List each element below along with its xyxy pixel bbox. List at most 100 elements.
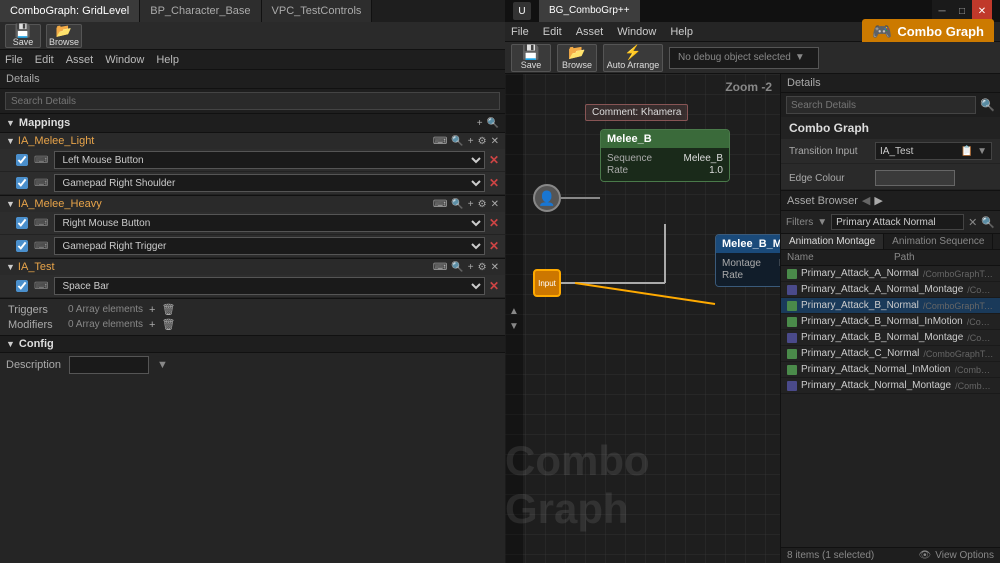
group1-copy-btn[interactable]: ⌨ <box>433 199 447 210</box>
mappings-search-btn[interactable]: 🔍 <box>487 118 499 129</box>
ab-item-name: Primary_Attack_B_Normal_Montage <box>801 332 963 343</box>
rs-details-header: Details <box>781 74 1000 93</box>
group0-remove-btn[interactable]: ✕ <box>491 136 499 147</box>
ue-menu-edit[interactable]: Edit <box>543 26 562 38</box>
browse-button[interactable]: 📂 Browse <box>46 24 82 48</box>
side-nav-bottom[interactable]: ▼ <box>509 321 519 332</box>
selected-node-icon[interactable]: Input <box>533 269 561 297</box>
group2-add-btn[interactable]: + <box>468 262 474 273</box>
mapping-space-bar-checkbox[interactable] <box>16 280 28 292</box>
graph-area[interactable]: ▲ ▼ Zoom -2 Comment: Khamera 👤 Melee_B S… <box>505 74 780 563</box>
group-ia-melee-heavy-header[interactable]: ▼ IA_Melee_Heavy ⌨ 🔍 + ⚙ ✕ <box>0 196 505 212</box>
ab-list-item[interactable]: Primary_Attack_B_Normal_InMotion /ComboG… <box>781 314 1000 330</box>
ab-back-btn[interactable]: ◀ <box>862 194 870 207</box>
ue-tab-bg-combo[interactable]: BG_ComboGrp++ <box>539 0 641 22</box>
group0-settings-btn[interactable]: ⚙ <box>478 136 487 147</box>
ab-list-item[interactable]: Primary_Attack_B_Normal_Montage /ComboGr… <box>781 330 1000 346</box>
description-expand-btn[interactable]: ▼ <box>157 359 168 371</box>
ab-list-item[interactable]: Primary_Attack_A_Normal_Montage /ComboGr… <box>781 282 1000 298</box>
mapping-space-bar-dropdown[interactable]: Space Bar <box>54 277 485 295</box>
mapping-gamepad-trigger-remove[interactable]: ✕ <box>489 239 499 253</box>
ab-item-icon <box>787 285 797 295</box>
menu-help[interactable]: Help <box>156 54 179 66</box>
mappings-section-header[interactable]: ▼ Mappings + 🔍 <box>0 114 505 133</box>
connector-input-icon[interactable]: 👤 <box>533 184 561 212</box>
ab-header: Asset Browser ◀ ▶ <box>781 191 1000 211</box>
ue-auto-arrange-button[interactable]: ⚡ Auto Arrange <box>603 44 663 72</box>
ab-list-item[interactable]: Primary_Attack_A_Normal /ComboGraphTests… <box>781 266 1000 282</box>
description-input[interactable] <box>69 356 149 374</box>
group1-settings-btn[interactable]: ⚙ <box>478 199 487 210</box>
ab-tab-animation-montage[interactable]: Animation Montage <box>781 234 884 249</box>
ab-list-item[interactable]: Primary_Attack_Normal_InMotion /ComboGra… <box>781 362 1000 378</box>
debug-selector[interactable]: No debug object selected ▼ <box>669 47 819 69</box>
mapping-gamepad-shoulder-dropdown[interactable]: Gamepad Right Shoulder <box>54 174 485 192</box>
config-section-header[interactable]: ▼ Config <box>0 336 505 353</box>
ab-view-options-btn[interactable]: 👁 View Options <box>919 550 994 561</box>
ab-item-icon <box>787 269 797 279</box>
group0-copy-btn[interactable]: ⌨ <box>433 136 447 147</box>
comment-text: Comment: Khamera <box>592 107 681 118</box>
ab-list-item[interactable]: Primary_Attack_C_Normal /ComboGraphTests… <box>781 346 1000 362</box>
menu-asset[interactable]: Asset <box>66 54 94 66</box>
mapping-gamepad-trigger-checkbox[interactable] <box>16 240 28 252</box>
tab-combo-graph-grid[interactable]: ComboGraph: GridLevel <box>0 0 140 22</box>
save-button[interactable]: 💾 Save <box>5 24 41 48</box>
rs-transition-input-text: IA_Test <box>880 146 913 157</box>
ab-list-item[interactable]: Primary_Attack_B_Normal /ComboGraphTests… <box>781 298 1000 314</box>
mapping-left-mouse-checkbox[interactable] <box>16 154 28 166</box>
triggers-add-btn[interactable]: + <box>149 304 155 316</box>
mapping-gamepad-trigger-dropdown[interactable]: Gamepad Right Trigger <box>54 237 485 255</box>
group2-copy-btn[interactable]: ⌨ <box>433 262 447 273</box>
ab-tab-animation-sequence[interactable]: Animation Sequence <box>884 234 993 249</box>
ab-forward-btn[interactable]: ▶ <box>874 194 882 207</box>
group0-search-btn[interactable]: 🔍 <box>451 136 463 147</box>
modifiers-remove-btn[interactable]: 🗑 <box>161 318 175 331</box>
group2-search-btn[interactable]: 🔍 <box>451 262 463 273</box>
comment-box: Comment: Khamera <box>585 104 688 121</box>
ab-filter-clear-btn[interactable]: ✕ <box>968 216 977 229</box>
group1-add-btn[interactable]: + <box>468 199 474 210</box>
mapping-left-mouse-dropdown[interactable]: Left Mouse Button <box>54 151 485 169</box>
group1-remove-btn[interactable]: ✕ <box>491 199 499 210</box>
ue-menu-help[interactable]: Help <box>670 26 693 38</box>
mapping-right-mouse-checkbox[interactable] <box>16 217 28 229</box>
ue-save-button[interactable]: 💾 Save <box>511 44 551 72</box>
rs-edge-colour-swatch[interactable] <box>875 170 955 186</box>
triggers-remove-btn[interactable]: 🗑 <box>161 303 175 316</box>
search-input[interactable] <box>5 92 500 110</box>
node-melee-b-montage[interactable]: Melee_B_Montage Montage Melee_B_Montage … <box>715 234 780 287</box>
tab-bp-character[interactable]: BP_Character_Base <box>140 0 261 22</box>
rs-transition-input-dropdown[interactable]: ▼ <box>977 146 987 157</box>
ue-menu-file[interactable]: File <box>511 26 529 38</box>
mapping-gamepad-shoulder-checkbox[interactable] <box>16 177 28 189</box>
ab-list-item[interactable]: Primary_Attack_Normal_Montage /ComboGrap… <box>781 378 1000 394</box>
node-melee-b[interactable]: Melee_B Sequence Melee_B Rate 1.0 <box>600 129 730 182</box>
side-nav-top[interactable]: ▲ <box>509 306 519 317</box>
mappings-title: Mappings <box>19 117 70 129</box>
mapping-space-bar-remove[interactable]: ✕ <box>489 279 499 293</box>
modifiers-add-btn[interactable]: + <box>149 319 155 331</box>
menu-window[interactable]: Window <box>105 54 144 66</box>
mapping-gamepad-shoulder-remove[interactable]: ✕ <box>489 176 499 190</box>
group2-remove-btn[interactable]: ✕ <box>491 262 499 273</box>
ue-auto-arrange-icon: ⚡ <box>624 45 641 59</box>
asset-browser: Asset Browser ◀ ▶ Filters ▼ Primary Atta… <box>781 191 1000 563</box>
group1-search-btn[interactable]: 🔍 <box>451 199 463 210</box>
mappings-add-btn[interactable]: + <box>477 118 483 129</box>
ue-menu-window[interactable]: Window <box>617 26 656 38</box>
mapping-left-mouse-remove[interactable]: ✕ <box>489 153 499 167</box>
group-ia-test-header[interactable]: ▼ IA_Test ⌨ 🔍 + ⚙ ✕ <box>0 259 505 275</box>
group0-add-btn[interactable]: + <box>468 136 474 147</box>
ue-menu-asset[interactable]: Asset <box>576 26 604 38</box>
ab-tabs: Animation Montage Animation Sequence <box>781 234 1000 250</box>
ue-browse-button[interactable]: 📂 Browse <box>557 44 597 72</box>
tab-vpc-test[interactable]: VPC_TestControls <box>262 0 373 22</box>
group-ia-melee-light-header[interactable]: ▼ IA_Melee_Light ⌨ 🔍 + ⚙ ✕ <box>0 133 505 149</box>
mapping-right-mouse-dropdown[interactable]: Right Mouse Button <box>54 214 485 232</box>
group2-settings-btn[interactable]: ⚙ <box>478 262 487 273</box>
rs-search-input[interactable] <box>786 96 976 114</box>
menu-edit[interactable]: Edit <box>35 54 54 66</box>
mapping-right-mouse-remove[interactable]: ✕ <box>489 216 499 230</box>
menu-file[interactable]: File <box>5 54 23 66</box>
